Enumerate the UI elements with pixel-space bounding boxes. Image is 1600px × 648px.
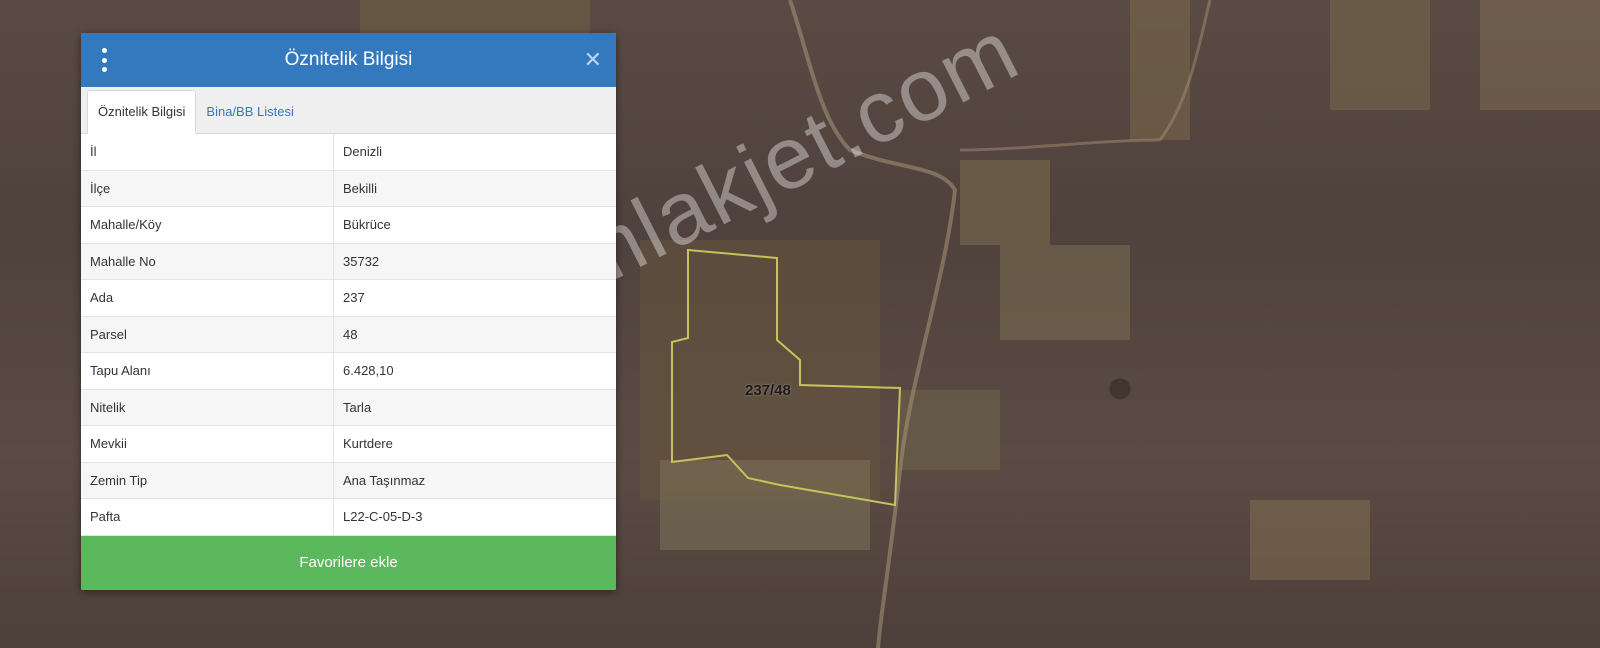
table-row: Ada 237: [81, 279, 616, 317]
attribute-info-panel: Öznitelik Bilgisi ✕ Öznitelik Bilgisi Bi…: [81, 33, 616, 590]
table-row: İl Denizli: [81, 134, 616, 171]
table-row: Pafta L22-C-05-D-3: [81, 498, 616, 536]
panel-header: Öznitelik Bilgisi ✕: [81, 33, 616, 87]
tab-bar: Öznitelik Bilgisi Bina/BB Listesi: [81, 87, 616, 134]
row-value: Kurtdere: [333, 425, 616, 463]
row-key: Parsel: [81, 316, 334, 353]
row-key: Mevkii: [81, 425, 334, 463]
table-row: Zemin Tip Ana Taşınmaz: [81, 462, 616, 499]
parcel-label[interactable]: 237/48: [745, 382, 791, 399]
row-key: Tapu Alanı: [81, 352, 334, 390]
panel-title: Öznitelik Bilgisi: [284, 49, 413, 70]
row-key: Nitelik: [81, 389, 334, 426]
table-row: Mevkii Kurtdere: [81, 425, 616, 463]
row-value: Tarla: [333, 389, 616, 426]
row-key: Zemin Tip: [81, 462, 334, 499]
table-row: Nitelik Tarla: [81, 389, 616, 426]
attribute-table: İl Denizli İlçe Bekilli Mahalle/Köy Bükrüce…: [81, 134, 616, 536]
parcel-outline: [671, 248, 902, 507]
row-value: 35732: [333, 243, 616, 280]
row-value: Denizli: [333, 134, 616, 171]
table-row: Parsel 48: [81, 316, 616, 353]
tab-attribute-info[interactable]: Öznitelik Bilgisi: [87, 90, 197, 134]
close-icon[interactable]: ✕: [584, 48, 602, 72]
table-row: Mahalle No 35732: [81, 243, 616, 280]
vertical-dots-icon[interactable]: [99, 48, 109, 72]
row-key: Mahalle No: [81, 243, 334, 280]
row-value: L22-C-05-D-3: [333, 498, 616, 536]
row-value: 6.428,10: [333, 352, 616, 390]
row-value: Bükrüce: [333, 206, 616, 244]
row-value: Ana Taşınmaz: [333, 462, 616, 499]
row-value: 237: [333, 279, 616, 317]
table-row: Mahalle/Köy Bükrüce: [81, 206, 616, 244]
row-key: İl: [81, 134, 334, 171]
table-row: Tapu Alanı 6.428,10: [81, 352, 616, 390]
row-value: Bekilli: [333, 170, 616, 207]
row-key: İlçe: [81, 170, 334, 207]
row-key: Pafta: [81, 498, 334, 536]
table-row: İlçe Bekilli: [81, 170, 616, 207]
row-key: Ada: [81, 279, 334, 317]
row-key: Mahalle/Köy: [81, 206, 334, 244]
add-to-favorites-button[interactable]: Favorilere ekle: [81, 535, 616, 590]
tab-building-list[interactable]: Bina/BB Listesi: [196, 91, 303, 133]
row-value: 48: [333, 316, 616, 353]
